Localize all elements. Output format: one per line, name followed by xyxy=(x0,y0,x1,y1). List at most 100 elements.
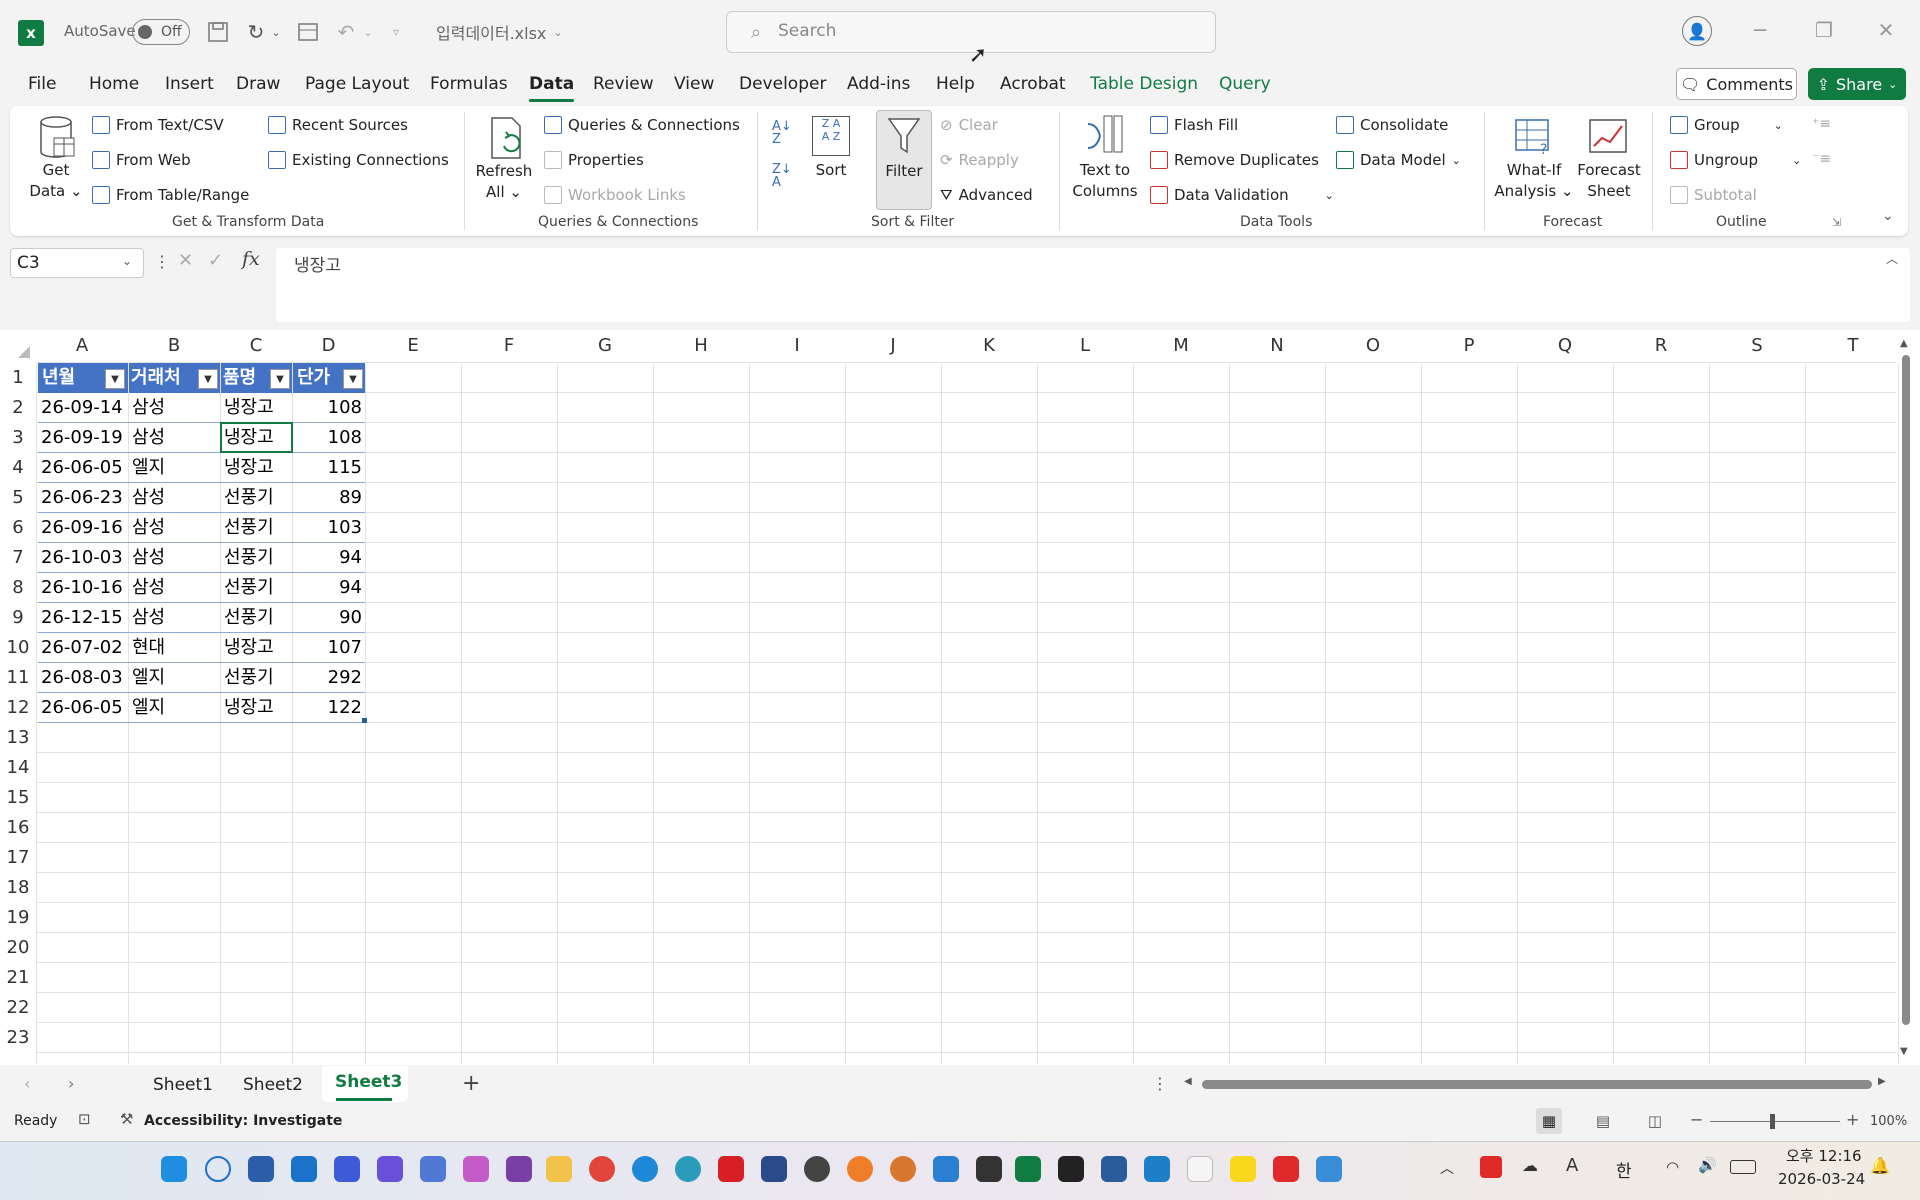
outline-settings-icon[interactable]: ⇲ xyxy=(1832,216,1846,230)
app-icon[interactable] xyxy=(1101,1156,1127,1182)
properties-button[interactable]: Properties xyxy=(544,151,644,169)
table-cell[interactable]: 26-09-16 xyxy=(38,513,128,543)
tab-formulas[interactable]: Formulas xyxy=(430,74,508,94)
col-header-m[interactable]: M xyxy=(1133,335,1229,356)
wifi-icon[interactable]: ◠ xyxy=(1666,1158,1688,1178)
col-header-o[interactable]: O xyxy=(1325,335,1421,356)
horizontal-scrollbar-thumb[interactable] xyxy=(1202,1080,1872,1089)
task-view-icon[interactable] xyxy=(248,1156,274,1182)
get-data-button[interactable]: Get Data ⌄ xyxy=(26,160,86,202)
row-header[interactable]: 9 xyxy=(0,607,36,628)
table-cell[interactable]: 삼성 xyxy=(129,483,220,513)
subtotal-button[interactable]: Subtotal xyxy=(1670,186,1757,204)
col-header-e[interactable]: E xyxy=(365,335,461,356)
tray-expand-icon[interactable]: ︿ xyxy=(1440,1158,1456,1178)
filter-dropdown-icon[interactable]: ▼ xyxy=(343,369,363,389)
from-table-range-button[interactable]: From Table/Range xyxy=(92,186,249,204)
row-header[interactable]: 22 xyxy=(0,997,36,1018)
queries-connections-button[interactable]: Queries & Connections xyxy=(544,116,740,134)
zoom-slider[interactable] xyxy=(1710,1121,1840,1122)
sort-button[interactable]: Sort xyxy=(806,160,856,181)
chevron-down-icon[interactable]: ⌄ xyxy=(362,24,374,40)
row-header[interactable]: 21 xyxy=(0,967,36,988)
tab-add-ins[interactable]: Add-ins xyxy=(847,74,910,94)
table-cell[interactable]: 삼성 xyxy=(129,603,220,633)
show-detail-icon[interactable]: ⁺≡ xyxy=(1812,116,1834,134)
table-cell[interactable]: 90 xyxy=(293,603,365,633)
col-header-j[interactable]: J xyxy=(845,335,941,356)
claude-icon[interactable] xyxy=(890,1156,916,1182)
copilot-icon[interactable] xyxy=(463,1156,489,1182)
volume-icon[interactable]: 🔊 xyxy=(1698,1156,1720,1178)
table-cell[interactable]: 26-06-23 xyxy=(38,483,128,513)
remove-duplicates-button[interactable]: Remove Duplicates xyxy=(1150,151,1319,169)
hide-detail-icon[interactable]: ⁻≡ xyxy=(1812,151,1834,169)
existing-connections-button[interactable]: Existing Connections xyxy=(268,151,449,169)
scroll-right-icon[interactable]: ▶ xyxy=(1878,1076,1892,1090)
table-cell[interactable]: 26-10-03 xyxy=(38,543,128,573)
app-icon[interactable] xyxy=(1144,1156,1170,1182)
table-cell[interactable]: 26-09-14 xyxy=(38,393,128,423)
col-header-r[interactable]: R xyxy=(1613,335,1709,356)
comments-button[interactable]: 🗨 Comments xyxy=(1676,68,1797,100)
forecast-sheet-button[interactable]: Forecast Sheet xyxy=(1572,160,1646,202)
row-header[interactable]: 23 xyxy=(0,1027,36,1048)
col-header-d[interactable]: D xyxy=(292,335,365,356)
collapse-ribbon-icon[interactable]: ⌄ xyxy=(1882,208,1900,226)
col-header-h[interactable]: H xyxy=(653,335,749,356)
table-cell[interactable]: 94 xyxy=(293,573,365,603)
tab-file[interactable]: File xyxy=(28,74,56,94)
table-cell[interactable]: 103 xyxy=(293,513,365,543)
next-sheet-icon[interactable]: › xyxy=(68,1074,84,1094)
tray-app-icon[interactable] xyxy=(1480,1156,1502,1178)
col-header-f[interactable]: F xyxy=(461,335,557,356)
row-header[interactable]: 1 xyxy=(0,367,36,388)
col-header-p[interactable]: P xyxy=(1421,335,1517,356)
customize-qat-icon[interactable]: ▿ xyxy=(388,22,404,42)
cancel-icon[interactable]: ✕ xyxy=(178,250,198,272)
vertical-scrollbar-thumb[interactable] xyxy=(1902,355,1910,1025)
start-icon[interactable] xyxy=(161,1156,187,1182)
tab-home[interactable]: Home xyxy=(89,74,139,94)
table-cell[interactable]: 삼성 xyxy=(129,543,220,573)
tab-data[interactable]: Data xyxy=(529,74,575,102)
chatgpt-icon[interactable] xyxy=(804,1156,830,1182)
app-icon[interactable] xyxy=(761,1156,787,1182)
table-cell[interactable]: 냉장고 xyxy=(221,393,292,423)
table-cell[interactable]: 89 xyxy=(293,483,365,513)
accessibility-status[interactable]: Accessibility: Investigate xyxy=(144,1113,342,1129)
app-icon[interactable] xyxy=(1058,1156,1084,1182)
row-header[interactable]: 6 xyxy=(0,517,36,538)
table-cell[interactable]: 108 xyxy=(293,393,365,423)
tab-page-layout[interactable]: Page Layout xyxy=(305,74,409,94)
table-cell[interactable]: 냉장고 xyxy=(221,693,292,723)
app-icon[interactable] xyxy=(976,1156,1002,1182)
col-header-a[interactable]: A xyxy=(36,335,128,356)
col-header-n[interactable]: N xyxy=(1229,335,1325,356)
zoom-level[interactable]: 100% xyxy=(1870,1114,1907,1129)
netflix-icon[interactable] xyxy=(718,1156,744,1182)
chevron-down-icon[interactable]: ⌄ xyxy=(552,24,564,40)
collapse-formula-bar-icon[interactable]: ︿ xyxy=(1886,250,1902,266)
clock-time[interactable]: 오후 12:16 xyxy=(1786,1145,1862,1166)
enter-icon[interactable]: ✓ xyxy=(208,250,228,272)
row-header[interactable]: 20 xyxy=(0,937,36,958)
row-header[interactable]: 8 xyxy=(0,577,36,598)
row-header[interactable]: 14 xyxy=(0,757,36,778)
clear-button[interactable]: ⊘ Clear xyxy=(940,116,998,134)
table-cell[interactable]: 선풍기 xyxy=(221,543,292,573)
save-icon[interactable] xyxy=(206,20,230,44)
row-header[interactable]: 10 xyxy=(0,637,36,658)
tab-table-design[interactable]: Table Design xyxy=(1090,74,1198,94)
page-layout-view-icon[interactable]: ▤ xyxy=(1590,1108,1616,1134)
table-cell[interactable]: 94 xyxy=(293,543,365,573)
row-header[interactable]: 3 xyxy=(0,427,36,448)
table-resize-handle-icon[interactable] xyxy=(362,718,367,723)
app-icon[interactable] xyxy=(1316,1156,1342,1182)
sheet-tab-sheet2[interactable]: Sheet2 xyxy=(243,1075,303,1095)
table-cell[interactable]: 엘지 xyxy=(129,693,220,723)
table-cell[interactable]: 26-08-03 xyxy=(38,663,128,693)
flash-fill-button[interactable]: Flash Fill xyxy=(1150,116,1238,134)
macro-record-icon[interactable]: ⊡ xyxy=(78,1110,98,1130)
col-header-s[interactable]: S xyxy=(1709,335,1805,356)
